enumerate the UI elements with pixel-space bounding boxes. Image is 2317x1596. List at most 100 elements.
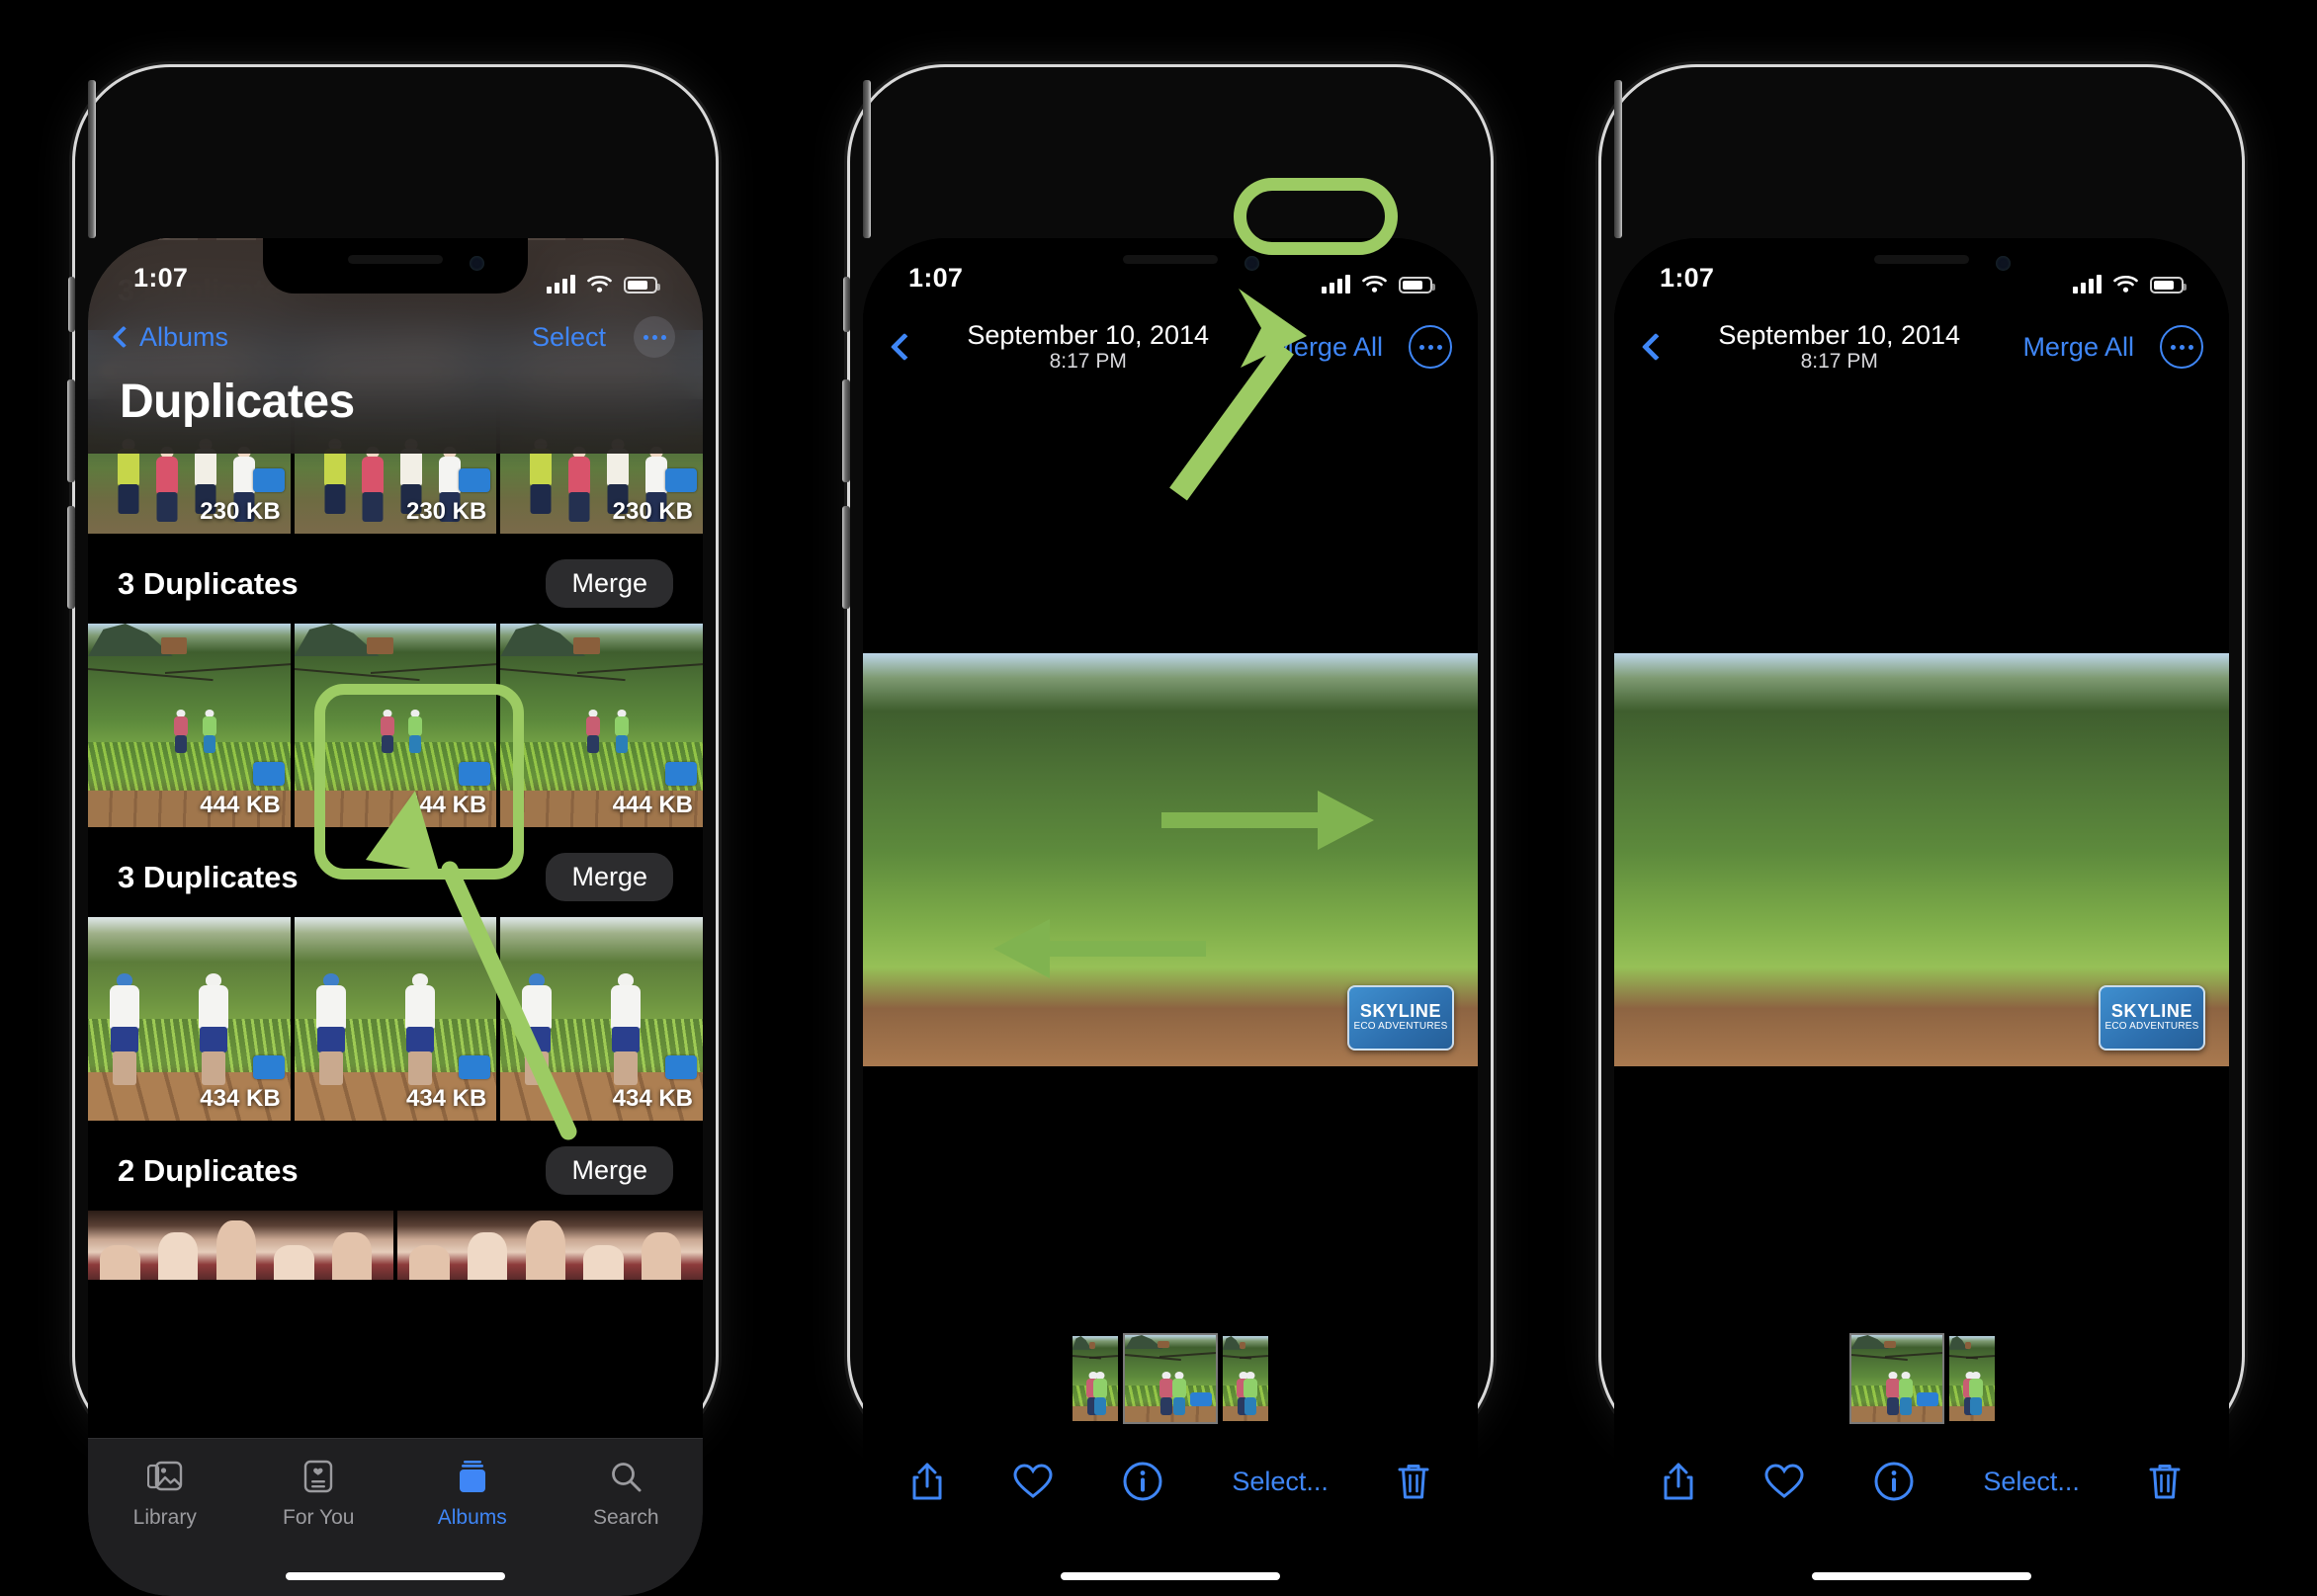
volume-down-button[interactable] [67, 506, 75, 609]
tab-for-you[interactable]: For You [242, 1455, 396, 1530]
duplicate-thumbnail[interactable]: 444 KB [500, 624, 703, 827]
share-button[interactable] [1662, 1461, 1695, 1502]
select-button[interactable]: Select... [1983, 1467, 2080, 1497]
file-size-label: 230 KB [612, 498, 694, 525]
filmstrip-thumbnail[interactable] [1948, 1336, 1995, 1421]
tab-library[interactable]: Library [88, 1455, 242, 1530]
skyline-badge [1190, 1392, 1212, 1406]
chevron-left-icon [112, 325, 135, 349]
more-options-button[interactable] [2160, 325, 2203, 369]
earpiece-speaker [348, 255, 443, 264]
filmstrip[interactable] [863, 1331, 1478, 1426]
filmstrip-thumbnail[interactable] [1223, 1336, 1268, 1421]
duplicate-group-header: 3 Duplicates Merge [88, 534, 703, 624]
power-button[interactable] [88, 80, 96, 238]
photo-date: September 10, 2014 [1718, 320, 1961, 351]
ellipsis-dot-icon [1427, 344, 1433, 350]
silence-switch[interactable] [68, 277, 75, 332]
skyline-badge [252, 1055, 285, 1079]
duplicate-thumbnail[interactable]: 434 KB [294, 917, 497, 1121]
duplicate-thumbnail[interactable]: 434 KB [88, 917, 291, 1121]
filmstrip-thumbnail[interactable] [1123, 1333, 1218, 1424]
zipline-photo-image [1073, 1336, 1118, 1421]
share-icon [1664, 1463, 1693, 1500]
volume-down-button[interactable] [842, 506, 850, 609]
zipline-photo-image [1850, 1335, 1942, 1422]
skyline-watermark: SKYLINE ECO ADVENTURES [1347, 985, 1454, 1050]
merge-button[interactable]: Merge [546, 853, 673, 901]
file-size-label: 434 KB [405, 1085, 487, 1112]
duplicate-count-label: 3 Duplicates [118, 565, 299, 601]
earpiece-speaker [1874, 255, 1969, 264]
tab-label: Albums [437, 1506, 507, 1529]
navigation-bar: September 10, 2014 8:17 PM Merge All [863, 299, 1478, 394]
front-camera-icon [470, 256, 484, 271]
duplicate-thumbnail[interactable] [88, 1211, 393, 1280]
watermark-primary: SKYLINE [2110, 1001, 2193, 1021]
file-size-label: 230 KB [405, 498, 487, 525]
tab-albums[interactable]: Albums [395, 1455, 550, 1530]
battery-icon [2150, 277, 2187, 294]
skyline-badge [665, 762, 698, 786]
delete-button[interactable] [2148, 1461, 2182, 1502]
photo-toolbar: Select... [1614, 1426, 2229, 1537]
filmstrip[interactable] [1614, 1331, 2229, 1426]
ellipsis-dot-icon [1418, 344, 1424, 350]
phone-2-duplicate-detail-highlighted: September 10, 2014 8:17 PM Merge All SKY… [842, 64, 1494, 1596]
power-button[interactable] [1614, 80, 1622, 238]
merge-all-button[interactable]: Merge All [2013, 324, 2144, 371]
heart-icon [1764, 1464, 1804, 1498]
favorite-button[interactable] [1012, 1463, 1054, 1500]
status-time: 1:07 [1660, 263, 1715, 293]
skyline-badge [665, 1055, 698, 1079]
photo-date: September 10, 2014 [967, 320, 1210, 351]
volume-up-button[interactable] [67, 379, 75, 482]
photo-date-title: September 10, 2014 8:17 PM [914, 320, 1261, 374]
file-size-label: 444 KB [612, 792, 694, 818]
watermark-primary: SKYLINE [1359, 1001, 1442, 1021]
power-button[interactable] [863, 80, 871, 238]
duplicate-thumbnail[interactable] [397, 1211, 703, 1280]
tab-search[interactable]: Search [550, 1455, 704, 1530]
delete-button[interactable] [1397, 1461, 1430, 1502]
ellipsis-dot-icon [651, 334, 657, 340]
select-button[interactable]: Select... [1232, 1467, 1329, 1497]
duplicate-thumbnail[interactable]: 434 KB [500, 917, 703, 1121]
ellipsis-dot-icon [660, 334, 666, 340]
select-button[interactable]: Select [518, 316, 620, 359]
info-button[interactable] [1122, 1461, 1163, 1502]
cellular-signal-icon [2073, 274, 2102, 294]
status-time: 1:07 [908, 263, 964, 293]
duplicate-thumbnail-row: 434 KB 434 KB 434 KB [88, 917, 703, 1121]
photo-detail-screen: September 10, 2014 8:17 PM Merge All SKY… [1614, 238, 2229, 1596]
duplicate-thumbnail[interactable]: 444 KB [88, 624, 291, 827]
back-to-albums-button[interactable]: Albums [112, 322, 228, 353]
favorite-button[interactable] [1763, 1463, 1805, 1500]
filmstrip-thumbnail[interactable] [1848, 1333, 1944, 1424]
trash-icon [1398, 1465, 1429, 1499]
hero-photo[interactable]: SKYLINE ECO ADVENTURES [1614, 653, 2229, 1066]
merge-button[interactable]: Merge [546, 559, 673, 608]
filmstrip-thumbnail[interactable] [1073, 1336, 1118, 1421]
merge-all-button[interactable]: Merge All [1261, 324, 1393, 371]
albums-icon [455, 1455, 490, 1498]
info-icon [1123, 1462, 1162, 1501]
front-camera-icon [1244, 256, 1259, 271]
share-button[interactable] [910, 1461, 944, 1502]
silence-switch[interactable] [843, 277, 850, 332]
skyline-watermark: SKYLINE ECO ADVENTURES [2099, 985, 2205, 1050]
zipline-photo-image [1125, 1335, 1216, 1422]
more-options-button[interactable] [1409, 325, 1452, 369]
hero-photo[interactable]: SKYLINE ECO ADVENTURES [863, 653, 1478, 1066]
file-size-label: 230 KB [200, 498, 281, 525]
file-size-label: 434 KB [200, 1085, 281, 1112]
ellipsis-dot-icon [2188, 344, 2193, 350]
watermark-secondary: ECO ADVENTURES [1353, 1021, 1448, 1032]
battery-icon [1399, 277, 1435, 294]
merge-button[interactable]: Merge [546, 1146, 673, 1195]
phone-3-duplicate-detail-plain: September 10, 2014 8:17 PM Merge All SKY… [1598, 64, 2245, 1596]
volume-up-button[interactable] [842, 379, 850, 482]
info-button[interactable] [1873, 1461, 1915, 1502]
more-options-button[interactable] [634, 316, 675, 358]
home-indicator [1812, 1572, 2031, 1580]
